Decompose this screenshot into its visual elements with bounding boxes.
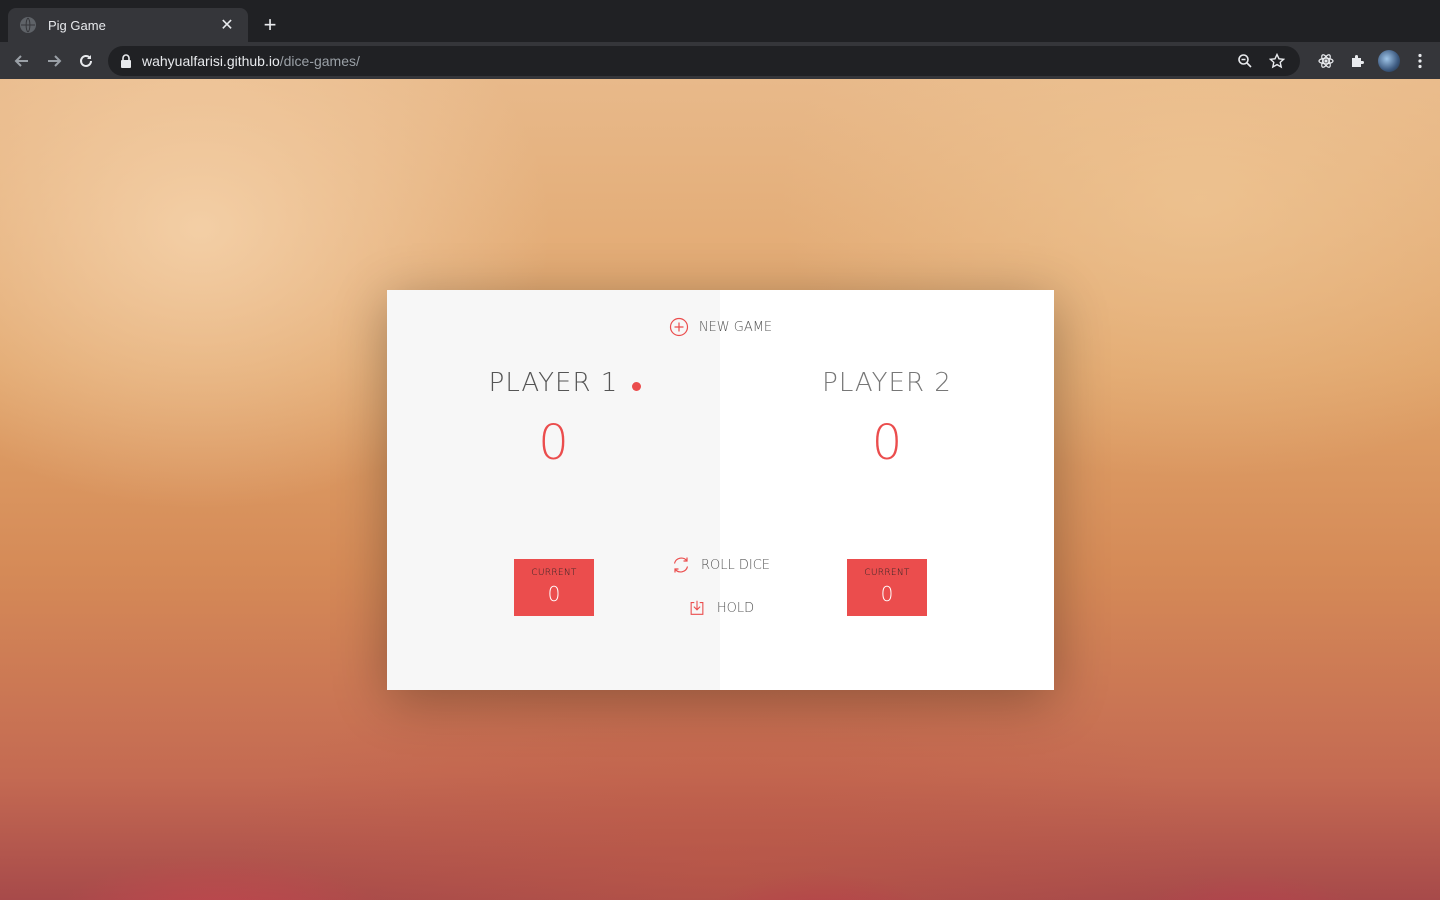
bookmark-star-icon[interactable] [1266, 50, 1288, 72]
reload-button[interactable] [70, 45, 102, 77]
more-menu-icon[interactable] [1408, 49, 1432, 73]
extensions-puzzle-icon[interactable] [1346, 49, 1370, 73]
roll-dice-label: ROLL DICE [700, 557, 771, 573]
download-icon [687, 598, 707, 618]
zoom-icon[interactable] [1234, 50, 1256, 72]
arrow-right-icon [48, 54, 62, 67]
reload-icon [80, 54, 92, 67]
arrow-left-icon [14, 54, 28, 67]
plus-circle-icon [669, 317, 689, 337]
back-button[interactable] [6, 45, 38, 77]
hold-label: HOLD [716, 600, 755, 616]
hold-button[interactable]: HOLD [387, 598, 1054, 618]
address-bar[interactable]: wahyualfarisi.github.io/dice-games/ [108, 46, 1300, 76]
react-devtools-icon[interactable] [1314, 49, 1338, 73]
url-text: wahyualfarisi.github.io/dice-games/ [142, 53, 360, 69]
player-1-name: PLAYER 1 [488, 368, 619, 398]
player-1-score: 0 [538, 415, 569, 471]
new-game-button[interactable]: NEW GAME [387, 317, 1054, 337]
player-2-score: 0 [871, 415, 903, 471]
browser-tab-bar: Pig Game ✕ + [0, 0, 1440, 42]
game-panel: PLAYER 1 0 CURRENT 0 PLAYER 2 0 CURRENT … [387, 290, 1054, 690]
new-tab-button[interactable]: + [258, 13, 282, 37]
new-game-label: NEW GAME [698, 319, 773, 335]
active-player-indicator [632, 382, 641, 391]
browser-toolbar: wahyualfarisi.github.io/dice-games/ [0, 42, 1440, 79]
tab-title: Pig Game [48, 17, 106, 33]
player-1-panel: PLAYER 1 0 CURRENT 0 [387, 290, 720, 690]
player-2-panel: PLAYER 2 0 CURRENT 0 [720, 290, 1054, 690]
close-tab-icon[interactable]: ✕ [218, 16, 236, 34]
player-2-name: PLAYER 2 [822, 368, 952, 398]
page-background: PLAYER 1 0 CURRENT 0 PLAYER 2 0 CURRENT … [0, 79, 1440, 900]
refresh-icon [671, 555, 691, 575]
browser-tab[interactable]: Pig Game ✕ [8, 8, 248, 42]
globe-icon [20, 17, 36, 33]
profile-avatar[interactable] [1378, 50, 1400, 72]
lock-icon [120, 54, 132, 68]
forward-button[interactable] [38, 45, 70, 77]
roll-dice-button[interactable]: ROLL DICE [387, 555, 1054, 575]
